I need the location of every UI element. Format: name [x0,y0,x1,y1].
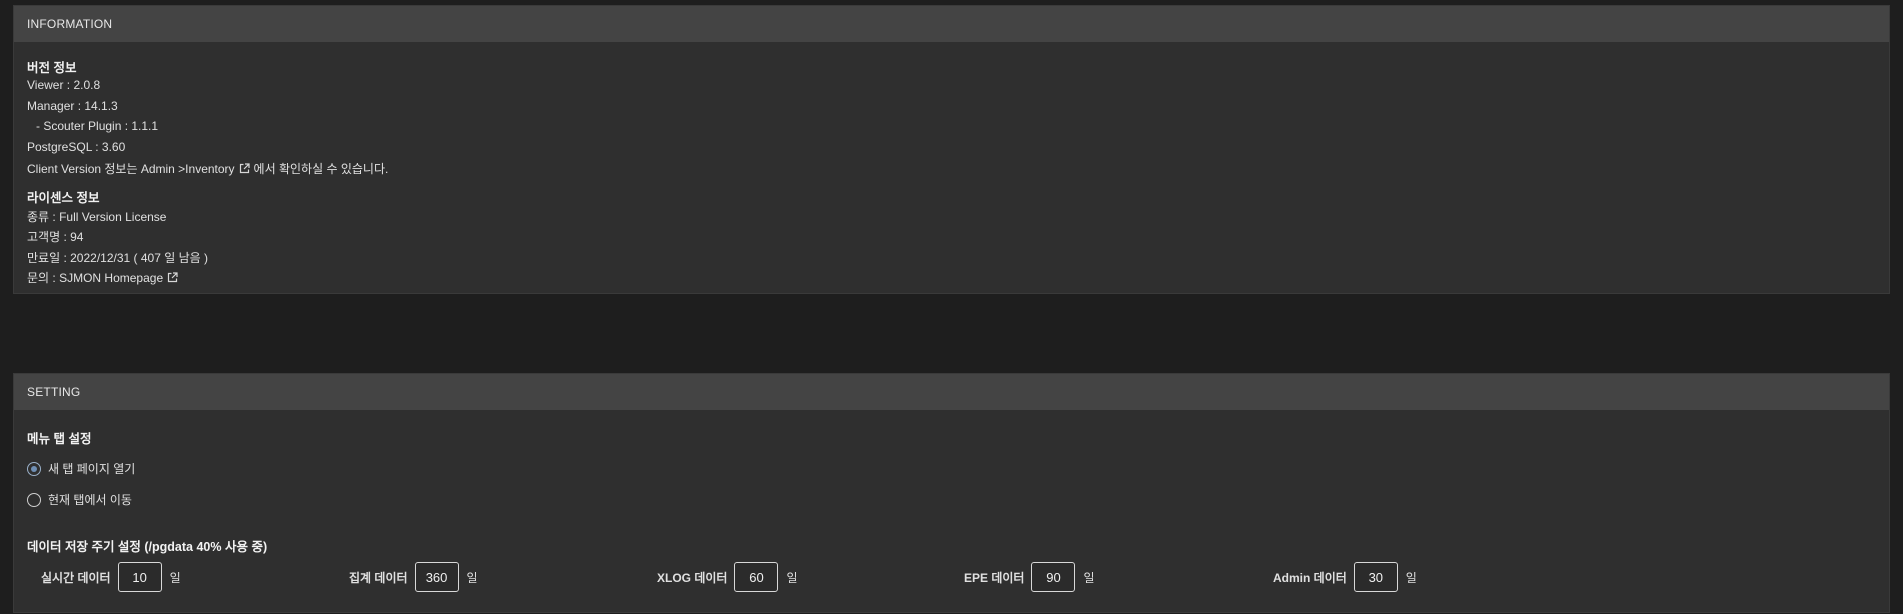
version-info-title: 버전 정보 [27,61,77,75]
realtime-data-label: 실시간 데이터 [41,570,111,585]
menu-tab-title: 메뉴 탭 설정 [27,432,92,446]
information-header: INFORMATION [14,6,1889,42]
license-type: 종류 : Full Version License [27,210,167,224]
manager-version: Manager : 14.1.3 [27,99,118,113]
xlog-data-setting: XLOG 데이터 일 [657,562,798,592]
storage-period-title: 데이터 저장 주기 설정 (/pgdata 40% 사용 중) [27,540,268,554]
xlog-data-input[interactable] [734,562,779,592]
xlog-data-unit: 일 [786,570,798,585]
radio-current-tab-button[interactable] [27,492,41,507]
admin-data-setting: Admin 데이터 일 [1273,562,1417,592]
epe-data-input[interactable] [1031,562,1076,592]
xlog-data-label: XLOG 데이터 [657,570,728,585]
customer-name: 고객명 : 94 [27,230,84,244]
realtime-data-unit: 일 [169,570,181,585]
external-link-icon[interactable] [239,163,250,174]
contact-line: 문의 : SJMON Homepage [27,269,182,286]
realtime-data-setting: 실시간 데이터 일 [41,562,181,592]
setting-panel: SETTING 메뉴 탭 설정 새 탭 페이지 열기 현재 탭에서 이동 데이터… [13,373,1890,613]
radio-current-tab-label: 현재 탭에서 이동 [48,493,132,507]
postgresql-version: PostgreSQL : 3.60 [27,140,126,154]
epe-data-label: EPE 데이터 [964,570,1025,585]
admin-data-input[interactable] [1353,562,1398,592]
viewer-version: Viewer : 2.0.8 [27,78,101,92]
aggregate-data-label: 집계 데이터 [349,570,408,585]
external-link-icon[interactable] [167,272,178,283]
admin-data-unit: 일 [1405,570,1417,585]
aggregate-data-unit: 일 [466,570,478,585]
aggregate-data-setting: 집계 데이터 일 [349,562,478,592]
setting-header: SETTING [14,374,1889,410]
license-expiry: 만료일 : 2022/12/31 ( 407 일 남음 ) [27,251,208,265]
admin-data-label: Admin 데이터 [1273,570,1347,585]
contact-text[interactable]: 문의 : SJMON Homepage [27,271,163,285]
radio-current-tab[interactable]: 현재 탭에서 이동 [27,491,132,508]
client-version-note: Client Version 정보는 Admin >Inventory 에서 확인… [27,160,388,177]
radio-new-tab-label: 새 탭 페이지 열기 [48,462,136,476]
setting-body: 메뉴 탭 설정 새 탭 페이지 열기 현재 탭에서 이동 데이터 저장 주기 설… [14,410,1889,614]
scouter-plugin-version: - Scouter Plugin : 1.1.1 [36,119,159,133]
radio-new-tab[interactable]: 새 탭 페이지 열기 [27,460,135,477]
license-info-title: 라이센스 정보 [27,191,100,205]
information-panel: INFORMATION 버전 정보 Viewer : 2.0.8 Manager… [13,5,1890,294]
client-version-text: Client Version 정보는 Admin >Inventory [27,162,235,176]
epe-data-unit: 일 [1083,570,1095,585]
information-body: 버전 정보 Viewer : 2.0.8 Manager : 14.1.3 - … [14,42,1889,295]
aggregate-data-input[interactable] [414,562,459,592]
realtime-data-input[interactable] [117,562,162,592]
epe-data-setting: EPE 데이터 일 [964,562,1095,592]
client-version-suffix: 에서 확인하실 수 있습니다. [253,162,389,176]
radio-new-tab-button[interactable] [27,461,41,476]
